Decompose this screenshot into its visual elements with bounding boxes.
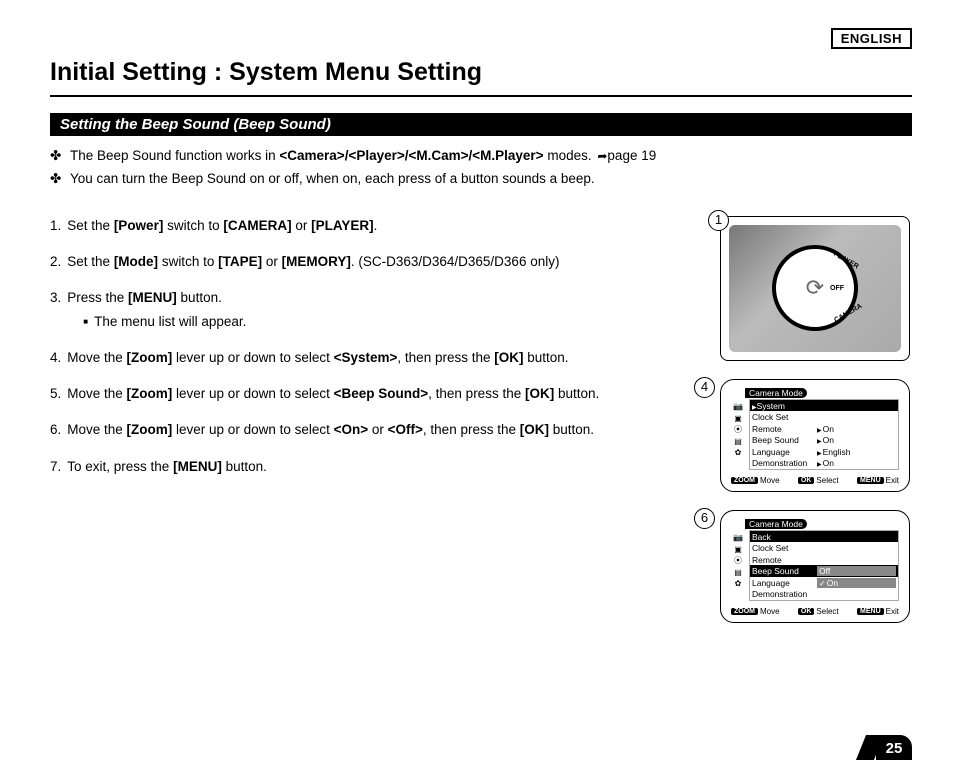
section-header: Setting the Beep Sound (Beep Sound) bbox=[50, 113, 912, 136]
page-number: 25 bbox=[876, 735, 912, 760]
lcd-screen-4: Camera Mode 📷 ▣ ⦿ ▤ ✿ ▶SystemClock SetRe… bbox=[720, 379, 910, 492]
camera-icon: 📷 bbox=[731, 401, 745, 413]
square-bullet-icon: ■ bbox=[83, 312, 88, 332]
tape-icon: ▣ bbox=[731, 412, 745, 424]
menu-row: LanguageOn bbox=[750, 577, 898, 589]
lcd-title: Camera Mode bbox=[745, 388, 807, 398]
rotate-arrow-icon: ⟳ bbox=[806, 275, 824, 301]
menu-row: DemonstrationOn bbox=[750, 457, 898, 469]
step-6: 6.Move the [Zoom] lever up or down to se… bbox=[50, 420, 672, 440]
menu-row: Clock Set bbox=[750, 542, 898, 554]
steps-list: 1.Set the [Power] switch to [CAMERA] or … bbox=[50, 216, 672, 641]
menu-row: Back bbox=[750, 531, 898, 543]
menu-row: RemoteOn bbox=[750, 423, 898, 435]
gear-icon: ✿ bbox=[731, 578, 745, 590]
intro-line-2: You can turn the Beep Sound on or off, w… bbox=[70, 169, 595, 190]
callout-1: 1 bbox=[708, 210, 729, 231]
step-3: 3.Press the [MENU] button. ■The menu lis… bbox=[50, 288, 672, 332]
callout-6: 6 bbox=[694, 508, 715, 529]
rec-icon: ⦿ bbox=[731, 424, 745, 436]
intro-text: ✤ The Beep Sound function works in <Came… bbox=[50, 146, 912, 190]
bullet-icon: ✤ bbox=[50, 169, 64, 190]
memory-icon: ▤ bbox=[731, 435, 745, 447]
intro-line-1: The Beep Sound function works in <Camera… bbox=[70, 146, 656, 167]
power-switch-illustration: ⟳ PLAYER OFF CAMERA bbox=[720, 216, 910, 361]
camera-icon: 📷 bbox=[731, 532, 745, 544]
figure-column: 1 ⟳ PLAYER OFF CAMERA 4 Camera Mode 📷 bbox=[690, 216, 912, 641]
lcd-screen-6: Camera Mode 📷 ▣ ⦿ ▤ ✿ BackClock SetRemot… bbox=[720, 510, 910, 623]
language-badge: ENGLISH bbox=[831, 28, 912, 49]
menu-row: ▶System bbox=[750, 400, 898, 412]
menu-row: Beep SoundOff bbox=[750, 565, 898, 577]
step-1: 1.Set the [Power] switch to [CAMERA] or … bbox=[50, 216, 672, 236]
tape-icon: ▣ bbox=[731, 543, 745, 555]
menu-row: Demonstration bbox=[750, 588, 898, 600]
menu-row: Clock Set bbox=[750, 411, 898, 423]
step-4: 4.Move the [Zoom] lever up or down to se… bbox=[50, 348, 672, 368]
step-7: 7.To exit, press the [MENU] button. bbox=[50, 457, 672, 477]
menu-row: Remote bbox=[750, 554, 898, 566]
gear-icon: ✿ bbox=[731, 447, 745, 459]
callout-4: 4 bbox=[694, 377, 715, 398]
page-ref-icon bbox=[595, 148, 607, 163]
menu-row: Beep SoundOn bbox=[750, 434, 898, 446]
bullet-icon: ✤ bbox=[50, 146, 64, 167]
memory-icon: ▤ bbox=[731, 566, 745, 578]
menu-row: LanguageEnglish bbox=[750, 446, 898, 458]
step-5: 5.Move the [Zoom] lever up or down to se… bbox=[50, 384, 672, 404]
step-2: 2.Set the [Mode] switch to [TAPE] or [ME… bbox=[50, 252, 672, 272]
rec-icon: ⦿ bbox=[731, 555, 745, 567]
lcd-title: Camera Mode bbox=[745, 519, 807, 529]
page-title: Initial Setting : System Menu Setting bbox=[50, 58, 912, 97]
